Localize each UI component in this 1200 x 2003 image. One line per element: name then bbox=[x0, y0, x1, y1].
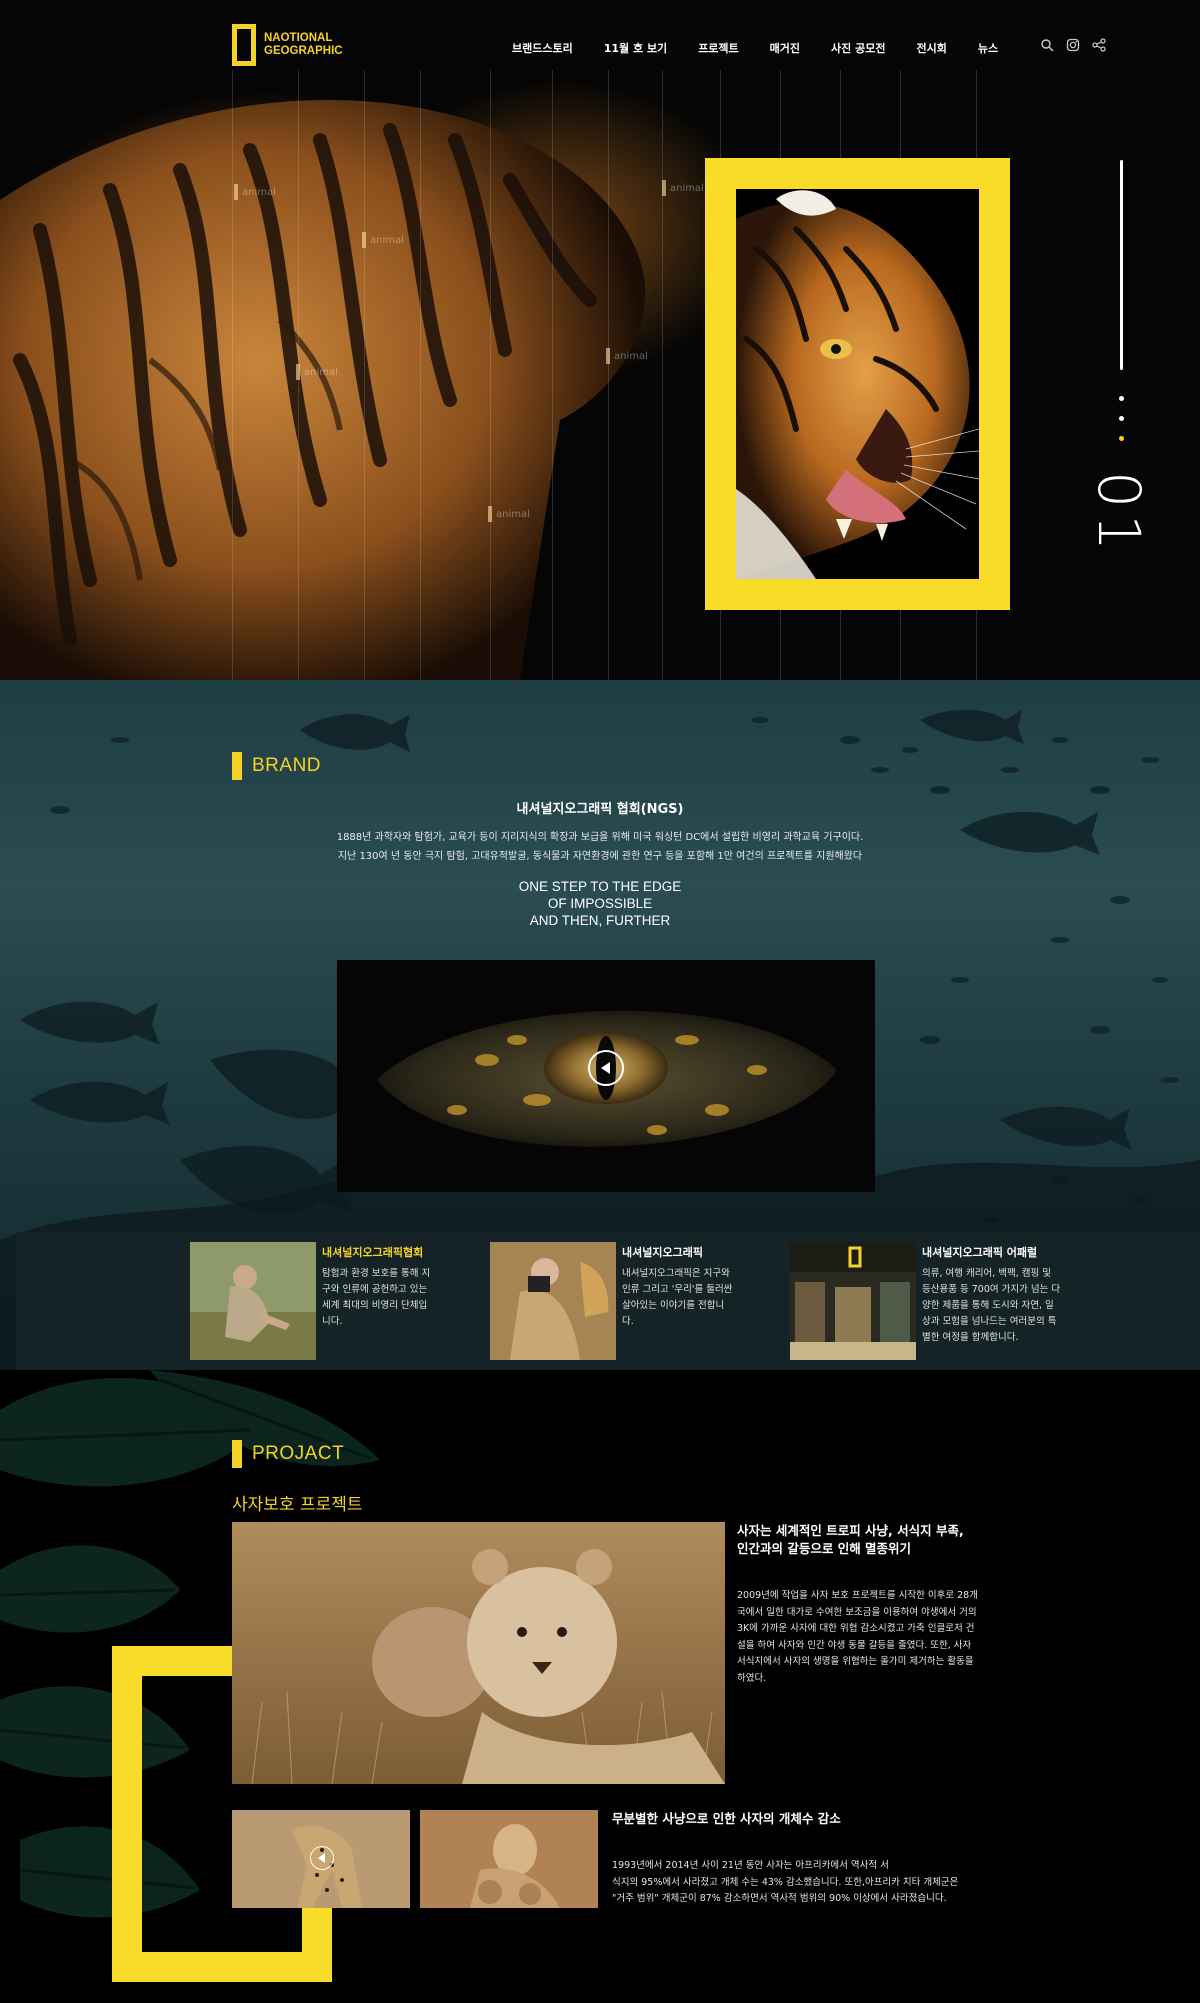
nav-project[interactable]: 프로젝트 bbox=[698, 40, 738, 56]
brand-card[interactable]: 내셔널지오그래픽 내셔널지오그래픽은 지구와 인류 그리고 '우리'를 둘러싼 … bbox=[490, 1242, 780, 1360]
project-subtitle: 사자보호 프로젝트 bbox=[232, 1495, 363, 1515]
tiger-face-image bbox=[736, 189, 979, 579]
title-bar-icon bbox=[232, 1440, 242, 1468]
animal-tag[interactable]: animal bbox=[662, 180, 704, 196]
lion-article-title: 사자는 세계적인 트로피 사냥, 서식지 부족, 인간과의 갈등으로 인해 멸종… bbox=[737, 1523, 964, 1556]
main-nav: 브랜드스토리 11월 호 보기 프로젝트 매거진 사진 공모전 전시회 뉴스 bbox=[512, 40, 1029, 56]
animal-tag[interactable]: animal bbox=[296, 364, 338, 380]
hero-section: animal animal animal animal animal anima… bbox=[0, 0, 1200, 680]
nav-exhibition[interactable]: 전시회 bbox=[916, 40, 946, 56]
nav-november-issue[interactable]: 11월 호 보기 bbox=[604, 40, 667, 56]
project-section-title: PROJACT bbox=[232, 1440, 344, 1468]
logo-line1: NAOTIONAL bbox=[264, 32, 333, 44]
share-icon[interactable] bbox=[1092, 38, 1106, 52]
brand-description: 1888년 과학자와 탐험가, 교육가 등이 지리지식의 확장과 보급을 위해 … bbox=[336, 832, 864, 862]
brand-heading: 내셔널지오그래픽 협회(NGS) bbox=[516, 802, 684, 817]
logo-frame-icon bbox=[232, 24, 256, 66]
lioness-cubs-image bbox=[420, 1810, 598, 1908]
animal-tag[interactable]: animal bbox=[362, 232, 404, 248]
search-icon[interactable] bbox=[1040, 38, 1054, 52]
tiger-body-image bbox=[0, 100, 646, 680]
title-bar-icon bbox=[232, 752, 242, 780]
slide-dot[interactable] bbox=[1119, 396, 1124, 401]
animal-tag[interactable]: animal bbox=[606, 348, 648, 364]
slide-dot[interactable] bbox=[1119, 416, 1124, 421]
nav-photo-contest[interactable]: 사진 공모전 bbox=[831, 40, 885, 56]
slide-progress-line bbox=[1120, 160, 1123, 370]
nav-magazine[interactable]: 매거진 bbox=[770, 40, 800, 56]
lion-article-body: 2009년에 작업을 사자 보호 프로젝트를 시작한 이후로 28개국에서 일한… bbox=[737, 1590, 978, 1684]
natgeo-logo[interactable]: NAOTIONAL GEOGRAPHIC bbox=[232, 24, 343, 66]
prev-slide-button[interactable] bbox=[310, 1846, 334, 1870]
animal-tag[interactable]: animal bbox=[234, 184, 276, 200]
play-icon bbox=[600, 1062, 610, 1074]
brand-card[interactable]: 내셔널지오그래픽 어패럴 의류, 여행 캐리어, 백팩, 캠핑 및 등산용품 등… bbox=[790, 1242, 1090, 1360]
lioness-thumbnail[interactable] bbox=[420, 1810, 598, 1908]
population-decline-body: 1993년에서 2014년 사이 21년 동안 사자는 아프리카에서 역사적 서… bbox=[612, 1860, 959, 1904]
video-play-button[interactable] bbox=[588, 1050, 624, 1086]
project-section: PROJACT 사자보호 프로젝트 사자는 세계적인 트로피 사냥, 서식지 부… bbox=[0, 1370, 1200, 2003]
cheetah-thumbnail[interactable] bbox=[232, 1810, 410, 1908]
brand-section-title: BRAND bbox=[232, 752, 321, 780]
explorer-woman-image bbox=[190, 1242, 316, 1360]
natgeo-yellow-frame bbox=[705, 158, 1010, 610]
nav-news[interactable]: 뉴스 bbox=[978, 40, 998, 56]
nav-brand-story[interactable]: 브랜드스토리 bbox=[512, 40, 573, 56]
brand-section: BRAND 내셔널지오그래픽 협회(NGS) 1888년 과학자와 탐험가, 교… bbox=[0, 680, 1200, 1370]
animal-tag[interactable]: animal bbox=[488, 506, 530, 522]
brand-slogan: ONE STEP TO THE EDGE OF IMPOSSIBLE AND T… bbox=[518, 879, 682, 928]
photographer-cheetah-image bbox=[490, 1242, 616, 1360]
instagram-icon[interactable] bbox=[1066, 38, 1080, 52]
prev-arrow-icon bbox=[317, 1853, 325, 1863]
slide-dot-active[interactable] bbox=[1119, 436, 1124, 441]
brand-card[interactable]: 내셔널지오그래픽협회 탐험과 환경 보호를 통해 지구와 인류에 공헌하고 있는… bbox=[190, 1242, 480, 1360]
slide-number: 01 bbox=[1084, 471, 1153, 557]
logo-line2: GEOGRAPHIC bbox=[264, 45, 343, 57]
brand-video[interactable] bbox=[337, 960, 875, 1192]
apparel-store-image bbox=[790, 1242, 916, 1360]
site-header: NAOTIONAL GEOGRAPHIC 브랜드스토리 11월 호 보기 프로젝… bbox=[0, 0, 1200, 80]
population-decline-title: 무분별한 사냥으로 인한 사자의 개체수 감소 bbox=[612, 1811, 841, 1826]
lion-cubs-image[interactable] bbox=[232, 1522, 725, 1784]
brand-cards: 내셔널지오그래픽협회 탐험과 환경 보호를 통해 지구와 인류에 공헌하고 있는… bbox=[16, 1232, 1200, 1370]
